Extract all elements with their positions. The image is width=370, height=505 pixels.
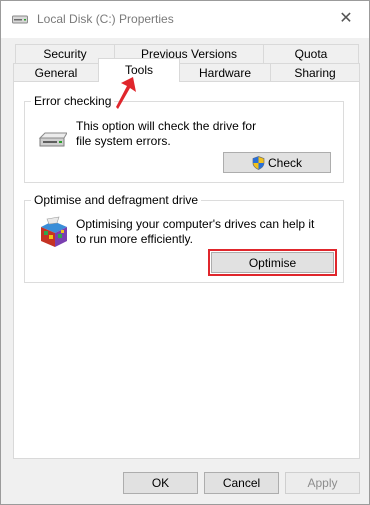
apply-button[interactable]: Apply (285, 472, 360, 494)
error-checking-description: This option will check the drive for fil… (76, 119, 257, 148)
check-button-label: Check (267, 155, 302, 170)
tools-tab-panel: Error checking This option will check th… (13, 81, 360, 459)
tab-general[interactable]: General (13, 63, 99, 82)
cancel-button-label: Cancel (222, 476, 261, 490)
drive-icon (37, 130, 68, 153)
tab-sharing[interactable]: Sharing (270, 63, 360, 82)
ok-button[interactable]: OK (123, 472, 198, 494)
optimise-description: Optimising your computer's drives can he… (76, 217, 315, 246)
cancel-button[interactable]: Cancel (204, 472, 279, 494)
error-checking-group: Error checking This option will check th… (24, 94, 344, 183)
tab-label: Tools (124, 63, 153, 77)
optimise-button[interactable]: Optimise (211, 252, 334, 273)
tab-label: Security (43, 47, 87, 61)
group-title: Error checking (31, 94, 115, 108)
tab-label: General (34, 66, 78, 80)
close-button[interactable]: ✕ (323, 1, 369, 35)
window-title: Local Disk (C:) Properties (37, 12, 174, 26)
group-title: Optimise and defragment drive (31, 193, 202, 207)
tab-label: Sharing (294, 66, 336, 80)
apply-button-label: Apply (307, 476, 338, 490)
tab-label: Hardware (198, 66, 252, 80)
tab-quota[interactable]: Quota (263, 44, 359, 63)
properties-window: Local Disk (C:) Properties ✕ Security Pr… (0, 0, 370, 505)
optimise-group: Optimise and defragment drive Optimising… (24, 193, 344, 283)
drive-icon (12, 13, 28, 25)
uac-shield-icon (252, 155, 265, 170)
tab-label: Quota (294, 47, 328, 61)
ok-button-label: OK (151, 476, 170, 490)
title-bar: Local Disk (C:) Properties ✕ (1, 1, 369, 38)
defrag-icon (37, 215, 71, 252)
tab-hardware[interactable]: Hardware (179, 63, 271, 82)
tab-tools[interactable]: Tools (98, 58, 180, 82)
check-button[interactable]: Check (223, 152, 331, 173)
optimise-button-label: Optimise (248, 255, 297, 270)
